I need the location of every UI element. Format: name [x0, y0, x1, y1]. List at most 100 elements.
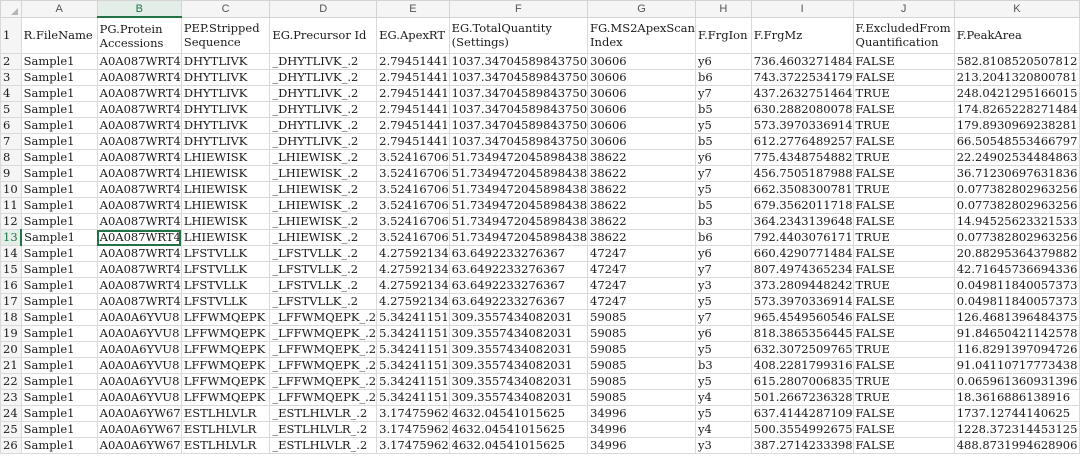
cell[interactable]: 30606: [587, 85, 696, 102]
row-header[interactable]: 12: [0, 213, 22, 230]
cell[interactable]: 38622: [587, 181, 696, 198]
row-header[interactable]: 3: [0, 69, 22, 86]
cell[interactable]: DHYTLIVK: [180, 53, 271, 70]
cell[interactable]: _LFFWMQEPK_.2: [269, 373, 378, 390]
cell[interactable]: FALSE: [852, 293, 955, 310]
cell[interactable]: A0A087WRT4: [96, 245, 182, 262]
cell[interactable]: 3.52416706: [376, 197, 450, 214]
cell[interactable]: 3.52416706: [376, 165, 450, 182]
cell[interactable]: ESTLHLVLR: [180, 421, 271, 438]
cell[interactable]: 14.94525623321533: [953, 213, 1080, 230]
header-cell[interactable]: F.FrgIon: [694, 16, 752, 54]
cell[interactable]: 59085: [587, 325, 696, 342]
cell[interactable]: A0A087WRT4: [96, 261, 182, 278]
cell[interactable]: 0.049811840057373: [953, 277, 1080, 294]
column-header-k[interactable]: K: [953, 0, 1080, 18]
cell[interactable]: _DHYTLIVK_.2: [269, 69, 378, 86]
cell[interactable]: 373.2809448242: [750, 277, 854, 294]
column-header-c[interactable]: C: [180, 0, 271, 18]
row-header[interactable]: 21: [0, 357, 22, 374]
cell[interactable]: FALSE: [852, 101, 955, 118]
cell[interactable]: _LFSTVLLK_.2: [269, 293, 378, 310]
cell[interactable]: 309.3557434082031: [448, 341, 589, 358]
cell[interactable]: 573.3970336914: [750, 293, 854, 310]
cell[interactable]: FALSE: [852, 261, 955, 278]
cell[interactable]: 30606: [587, 69, 696, 86]
cell[interactable]: y7: [694, 261, 752, 278]
cell[interactable]: LFFWMQEPK: [180, 389, 271, 406]
cell[interactable]: _ESTLHLVLR_.2: [269, 421, 378, 438]
cell[interactable]: 501.2667236328: [750, 389, 854, 406]
cell[interactable]: 47247: [587, 261, 696, 278]
cell[interactable]: 573.3970336914: [750, 117, 854, 134]
cell[interactable]: 30606: [587, 101, 696, 118]
cell[interactable]: 174.8265228271484: [953, 101, 1080, 118]
cell[interactable]: 30606: [587, 117, 696, 134]
cell[interactable]: _LFFWMQEPK_.2: [269, 325, 378, 342]
cell[interactable]: 34996: [587, 437, 696, 454]
column-header-f[interactable]: F: [448, 0, 589, 18]
cell[interactable]: b5: [694, 101, 752, 118]
cell[interactable]: 22.24902534484863: [953, 149, 1080, 166]
cell[interactable]: 0.077382802963256: [953, 197, 1080, 214]
cell[interactable]: TRUE: [852, 277, 955, 294]
cell[interactable]: 47247: [587, 277, 696, 294]
cell[interactable]: _LFFWMQEPK_.2: [269, 309, 378, 326]
cell[interactable]: 38622: [587, 213, 696, 230]
cell[interactable]: Sample1: [20, 181, 98, 198]
column-header-d[interactable]: D: [269, 0, 378, 18]
cell[interactable]: A0A087WRT4: [96, 293, 182, 310]
cell[interactable]: A0A0A6YVU8: [96, 357, 182, 374]
cell[interactable]: FALSE: [852, 53, 955, 70]
cell[interactable]: y5: [694, 373, 752, 390]
cell[interactable]: Sample1: [20, 293, 98, 310]
cell[interactable]: Sample1: [20, 165, 98, 182]
cell[interactable]: DHYTLIVK: [180, 69, 271, 86]
cell[interactable]: 364.2343139648: [750, 213, 854, 230]
cell[interactable]: _LFFWMQEPK_.2: [269, 341, 378, 358]
cell[interactable]: TRUE: [852, 181, 955, 198]
cell[interactable]: 662.3508300781: [750, 181, 854, 198]
cell[interactable]: 38622: [587, 197, 696, 214]
cell[interactable]: _LFSTVLLK_.2: [269, 277, 378, 294]
header-cell[interactable]: R.FileName: [20, 16, 98, 54]
cell[interactable]: 59085: [587, 357, 696, 374]
cell[interactable]: 743.3722534179: [750, 69, 854, 86]
row-header[interactable]: 11: [0, 197, 22, 214]
cell[interactable]: _LHIEWISK_.2: [269, 181, 378, 198]
cell[interactable]: Sample1: [20, 101, 98, 118]
cell[interactable]: _LHIEWISK_.2: [269, 213, 378, 230]
row-header[interactable]: 17: [0, 293, 22, 310]
active-cell[interactable]: A0A087WRT4: [96, 229, 182, 246]
cell[interactable]: 3.52416706: [376, 181, 450, 198]
cell[interactable]: TRUE: [852, 373, 955, 390]
cell[interactable]: 2.79451441: [376, 133, 450, 150]
cell[interactable]: A0A087WRT4: [96, 117, 182, 134]
cell[interactable]: 51.7349472045898438: [448, 181, 589, 198]
cell[interactable]: b3: [694, 213, 752, 230]
header-cell[interactable]: EG.TotalQuantity (Settings): [448, 16, 589, 54]
column-header-i[interactable]: I: [750, 0, 854, 18]
cell[interactable]: Sample1: [20, 117, 98, 134]
cell[interactable]: Sample1: [20, 357, 98, 374]
cell[interactable]: 2.79451441: [376, 101, 450, 118]
header-cell[interactable]: F.PeakArea: [953, 16, 1080, 54]
cell[interactable]: FALSE: [852, 213, 955, 230]
cell[interactable]: LFSTVLLK: [180, 293, 271, 310]
cell[interactable]: 63.6492233276367: [448, 245, 589, 262]
cell[interactable]: Sample1: [20, 229, 98, 246]
cell[interactable]: 51.7349472045898438: [448, 229, 589, 246]
cell[interactable]: y6: [694, 53, 752, 70]
cell[interactable]: 0.077382802963256: [953, 229, 1080, 246]
cell[interactable]: 18.3616886138916: [953, 389, 1080, 406]
cell[interactable]: TRUE: [852, 117, 955, 134]
cell[interactable]: 20.88295364379882: [953, 245, 1080, 262]
cell[interactable]: _LFSTVLLK_.2: [269, 261, 378, 278]
cell[interactable]: DHYTLIVK: [180, 117, 271, 134]
cell[interactable]: y6: [694, 245, 752, 262]
cell[interactable]: A0A087WRT4: [96, 53, 182, 70]
cell[interactable]: _LHIEWISK_.2: [269, 197, 378, 214]
cell[interactable]: 1037.34704589843750: [448, 133, 589, 150]
cell[interactable]: y3: [694, 277, 752, 294]
cell[interactable]: A0A0A6YW67: [96, 437, 182, 454]
